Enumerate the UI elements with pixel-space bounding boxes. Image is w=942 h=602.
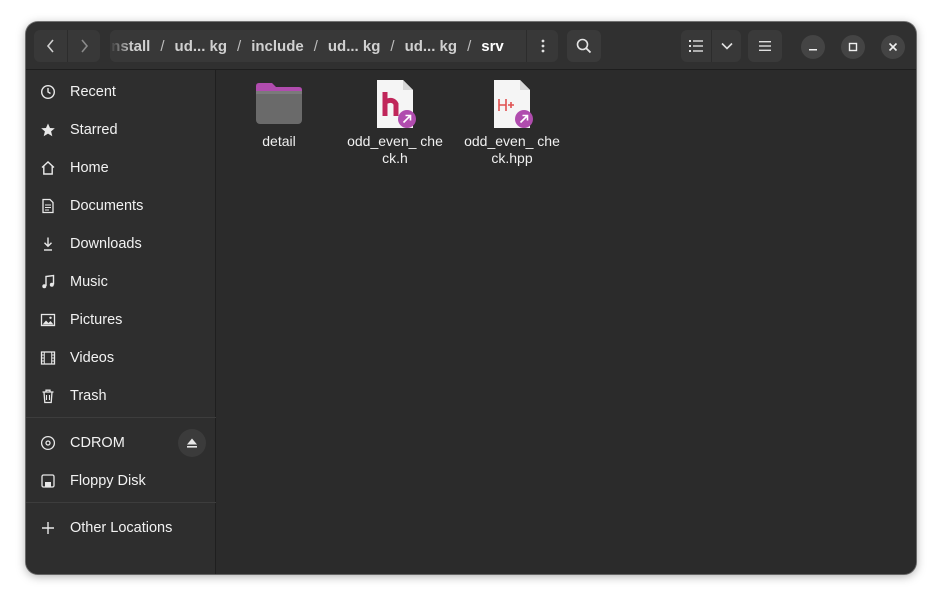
sidebar-item-label: CDROM: [70, 435, 125, 451]
file-manager-window: install / ud... kg / include / ud... kg …: [26, 22, 916, 574]
eject-button[interactable]: [178, 429, 206, 457]
breadcrumb-separator: /: [313, 37, 318, 55]
sidebar-divider: [26, 417, 216, 418]
hamburger-menu-icon: [759, 41, 771, 51]
minimize-icon: [809, 49, 817, 51]
chevron-left-icon: [46, 39, 54, 53]
breadcrumb-fade: [110, 30, 132, 62]
sidebar-item-pictures[interactable]: Pictures: [32, 303, 210, 337]
minimize-button[interactable]: [801, 35, 825, 59]
sidebar-item-videos[interactable]: Videos: [32, 341, 210, 375]
breadcrumb-item[interactable]: ud... kg: [400, 38, 463, 55]
file-name: odd_even_ check.h: [347, 133, 443, 166]
folder-item-detail[interactable]: detail: [229, 78, 329, 150]
sidebar-item-label: Downloads: [70, 236, 142, 252]
sidebar-item-downloads[interactable]: Downloads: [32, 227, 210, 261]
music-icon: [38, 272, 58, 292]
file-name: odd_even_ check.hpp: [464, 133, 560, 166]
path-bar: install / ud... kg / include / ud... kg …: [110, 30, 558, 62]
breadcrumb: install / ud... kg / include / ud... kg …: [110, 38, 526, 55]
sidebar-item-trash[interactable]: Trash: [32, 379, 210, 413]
trash-icon: [38, 386, 58, 406]
sidebar-item-cdrom[interactable]: CDROM: [32, 426, 210, 460]
document-icon: [38, 196, 58, 216]
breadcrumb-separator: /: [160, 37, 165, 55]
sidebar-item-floppy-disk[interactable]: Floppy Disk: [32, 464, 210, 498]
sidebar-item-music[interactable]: Music: [32, 265, 210, 299]
sidebar-item-label: Starred: [70, 122, 118, 138]
breadcrumb-separator: /: [467, 37, 472, 55]
sidebar-item-label: Documents: [70, 198, 144, 214]
folder-menu-button[interactable]: [526, 30, 558, 62]
search-button[interactable]: [567, 30, 601, 62]
breadcrumb-separator: /: [237, 37, 242, 55]
picture-icon: [38, 310, 58, 330]
sidebar-item-label: Home: [70, 160, 109, 176]
sidebar-divider: [26, 502, 216, 503]
close-button[interactable]: [881, 35, 905, 59]
breadcrumb-item[interactable]: ud... kg: [323, 38, 386, 55]
breadcrumb-item[interactable]: ud... kg: [170, 38, 233, 55]
view-options-dropdown[interactable]: [711, 30, 741, 62]
download-icon: [38, 234, 58, 254]
main-menu-button[interactable]: [748, 30, 782, 62]
floppy-icon: [38, 471, 58, 491]
sidebar-item-label: Pictures: [70, 312, 123, 328]
sidebar-item-label: Music: [70, 274, 108, 290]
file-name: detail: [262, 133, 296, 149]
eject-icon: [187, 438, 197, 448]
file-item-odd-even-check-hpp[interactable]: odd_even_ check.hpp: [462, 78, 562, 167]
sidebar-item-recent[interactable]: Recent: [32, 75, 210, 109]
view-toggle-group: [681, 30, 741, 62]
list-view-button[interactable]: [681, 30, 711, 62]
breadcrumb-current[interactable]: srv: [476, 38, 509, 55]
chevron-right-icon: [81, 39, 89, 53]
vertical-dots-icon: [541, 39, 544, 53]
breadcrumb-item[interactable]: include: [246, 38, 309, 55]
folder-icon: [253, 78, 305, 130]
sidebar-item-starred[interactable]: Starred: [32, 113, 210, 147]
file-view: detail odd_even_ check.h odd_even_ check…: [217, 70, 916, 574]
star-icon: [38, 120, 58, 140]
list-view-icon: [689, 40, 703, 52]
navigation-buttons: [34, 30, 100, 62]
clock-icon: [38, 82, 58, 102]
sidebar: Recent Starred Home Documents Downloads: [26, 70, 216, 574]
forward-button[interactable]: [67, 30, 100, 62]
sidebar-item-label: Other Locations: [70, 520, 173, 536]
sidebar-item-label: Floppy Disk: [70, 473, 146, 489]
search-icon: [576, 38, 592, 54]
sidebar-item-home[interactable]: Home: [32, 151, 210, 185]
sidebar-item-label: Recent: [70, 84, 116, 100]
header-bar: install / ud... kg / include / ud... kg …: [26, 22, 916, 70]
sidebar-item-other-locations[interactable]: Other Locations: [32, 511, 210, 545]
close-icon: [888, 42, 898, 52]
maximize-icon: [848, 42, 858, 52]
sidebar-item-label: Trash: [70, 388, 107, 404]
back-button[interactable]: [34, 30, 67, 62]
video-icon: [38, 348, 58, 368]
breadcrumb-separator: /: [390, 37, 395, 55]
plus-icon: [38, 518, 58, 538]
sidebar-item-label: Videos: [70, 350, 115, 366]
hpp-file-icon: [486, 78, 538, 130]
file-item-odd-even-check-h[interactable]: odd_even_ check.h: [345, 78, 445, 167]
header-file-icon: [369, 78, 421, 130]
home-icon: [38, 158, 58, 178]
chevron-down-icon: [720, 42, 733, 50]
sidebar-item-documents[interactable]: Documents: [32, 189, 210, 223]
disc-icon: [38, 433, 58, 453]
maximize-button[interactable]: [841, 35, 865, 59]
